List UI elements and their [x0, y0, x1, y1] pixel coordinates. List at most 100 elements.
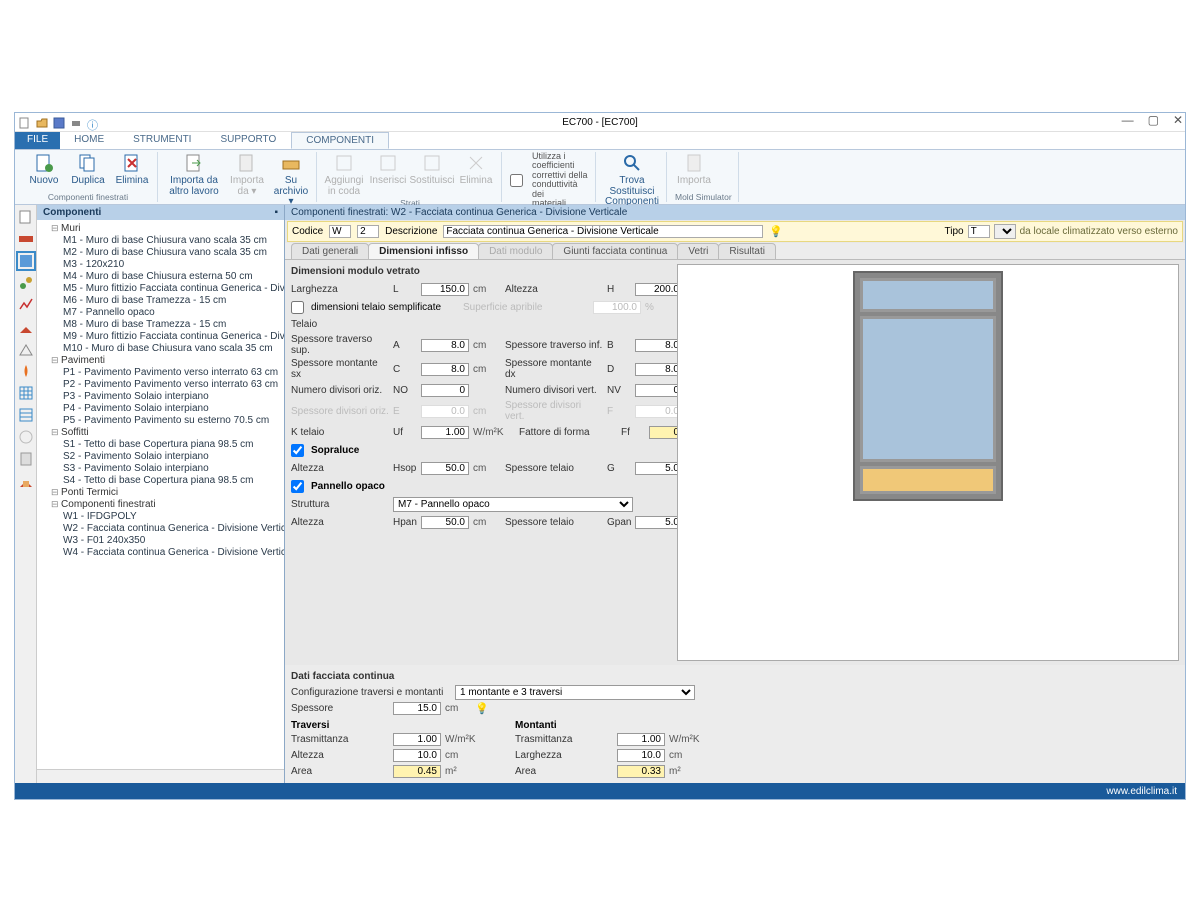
mont-sx-input[interactable]: [421, 363, 469, 376]
importa-lavoro-button[interactable]: Importa da altro lavoro: [166, 152, 222, 197]
tree-item[interactable]: M3 - 120x210: [63, 258, 284, 270]
tab-dati-modulo[interactable]: Dati modulo: [478, 243, 553, 259]
trav-tras-input[interactable]: [393, 733, 441, 746]
rail-icon-13[interactable]: [18, 473, 34, 489]
trav-alt-input[interactable]: [393, 749, 441, 762]
tree-item[interactable]: P2 - Pavimento Pavimento verso interrato…: [63, 378, 284, 390]
elimina-button[interactable]: Elimina: [113, 152, 151, 187]
tab-dati-generali[interactable]: Dati generali: [291, 243, 369, 259]
tipo-select[interactable]: [994, 224, 1016, 239]
su-archivio-button[interactable]: Su archivio ▾: [272, 152, 310, 208]
tab-componenti[interactable]: COMPONENTI: [291, 132, 389, 149]
rail-icon-2[interactable]: [18, 231, 34, 247]
tree-item[interactable]: M7 - Pannello opaco: [63, 306, 284, 318]
rail-icon-8[interactable]: [18, 363, 34, 379]
tree-item[interactable]: M2 - Muro di base Chiusura vano scala 35…: [63, 246, 284, 258]
semplificate-checkbox[interactable]: [291, 301, 304, 314]
rail-icon-4[interactable]: [18, 275, 34, 291]
tab-dimensioni-infisso[interactable]: Dimensioni infisso: [368, 243, 479, 259]
tree-item[interactable]: M1 - Muro di base Chiusura vano scala 35…: [63, 234, 284, 246]
config-select[interactable]: 1 montante e 3 traversi: [455, 685, 695, 700]
ktelaio-input[interactable]: [421, 426, 469, 439]
tree-item[interactable]: W3 - F01 240x350: [63, 534, 284, 546]
tab-giunti[interactable]: Giunti facciata continua: [552, 243, 678, 259]
div-vert-input[interactable]: [635, 384, 683, 397]
open-icon[interactable]: [36, 117, 48, 129]
importa-da-button[interactable]: Importa da ▾: [228, 152, 266, 197]
rail-icon-3[interactable]: [18, 253, 34, 269]
mont-larg-input[interactable]: [617, 749, 665, 762]
coeff-correttivi-checkbox[interactable]: [510, 174, 523, 187]
tree-item[interactable]: S4 - Tetto di base Copertura piana 98.5 …: [63, 474, 284, 486]
pannello-checkbox[interactable]: [291, 480, 304, 493]
tree-category[interactable]: Componenti finestrati: [51, 498, 284, 510]
rail-icon-5[interactable]: [18, 297, 34, 313]
tab-risultati[interactable]: Risultati: [718, 243, 776, 259]
hint-icon[interactable]: 💡: [769, 225, 783, 238]
tree-category[interactable]: Ponti Termici: [51, 486, 284, 498]
tree-category[interactable]: Pavimenti: [51, 354, 284, 366]
larghezza-input[interactable]: [421, 283, 469, 296]
tree-item[interactable]: S1 - Tetto di base Copertura piana 98.5 …: [63, 438, 284, 450]
tree-item[interactable]: M10 - Muro di base Chiusura vano scala 3…: [63, 342, 284, 354]
tab-home[interactable]: HOME: [60, 132, 119, 149]
mont-tras-input[interactable]: [617, 733, 665, 746]
trav-inf-input[interactable]: [635, 339, 683, 352]
print-icon[interactable]: [70, 117, 82, 129]
sidebar-scrollbar[interactable]: [37, 769, 284, 783]
tree-item[interactable]: W2 - Facciata continua Generica - Divisi…: [63, 522, 284, 534]
rail-icon-10[interactable]: [18, 407, 34, 423]
rail-icon-11[interactable]: [18, 429, 34, 445]
file-tab[interactable]: FILE: [15, 132, 60, 149]
trav-sup-input[interactable]: [421, 339, 469, 352]
tree-item[interactable]: M9 - Muro fittizio Facciata continua Gen…: [63, 330, 284, 342]
tab-supporto[interactable]: SUPPORTO: [206, 132, 291, 149]
new-icon[interactable]: [19, 117, 31, 129]
rail-icon-6[interactable]: [18, 319, 34, 335]
close-button[interactable]: ✕: [1173, 113, 1183, 127]
tree-item[interactable]: P4 - Pavimento Solaio interpiano: [63, 402, 284, 414]
duplica-button[interactable]: Duplica: [69, 152, 107, 187]
tab-vetri[interactable]: Vetri: [677, 243, 719, 259]
div-oriz-input[interactable]: [421, 384, 469, 397]
rail-icon-7[interactable]: [18, 341, 34, 357]
hint-icon[interactable]: 💡: [475, 702, 489, 715]
tree-item[interactable]: M4 - Muro di base Chiusura esterna 50 cm: [63, 270, 284, 282]
g-input[interactable]: [635, 462, 683, 475]
trova-sostituisci-button[interactable]: Trova Sostituisci Componenti: [604, 152, 660, 208]
tree-item[interactable]: M6 - Muro di base Tramezza - 15 cm: [63, 294, 284, 306]
tree-item[interactable]: P3 - Pavimento Solaio interpiano: [63, 390, 284, 402]
hsop-input[interactable]: [421, 462, 469, 475]
tipo-input[interactable]: [968, 225, 990, 238]
tree-item[interactable]: W4 - Facciata continua Generica - Divisi…: [63, 546, 284, 558]
rail-icon-1[interactable]: [18, 209, 34, 225]
sopraluce-checkbox[interactable]: [291, 444, 304, 457]
mont-dx-input[interactable]: [635, 363, 683, 376]
tree-category[interactable]: Soffitti: [51, 426, 284, 438]
hpan-input[interactable]: [421, 516, 469, 529]
tree-item[interactable]: P1 - Pavimento Pavimento verso interrato…: [63, 366, 284, 378]
altezza-input[interactable]: [635, 283, 683, 296]
nuovo-button[interactable]: Nuovo: [25, 152, 63, 187]
codice-prefix-input[interactable]: [329, 225, 351, 238]
component-tree[interactable]: MuriM1 - Muro di base Chiusura vano scal…: [37, 220, 284, 769]
tree-item[interactable]: M8 - Muro di base Tramezza - 15 cm: [63, 318, 284, 330]
codice-num-input[interactable]: [357, 225, 379, 238]
rail-icon-9[interactable]: [18, 385, 34, 401]
save-icon[interactable]: [53, 117, 65, 129]
minimize-button[interactable]: —: [1122, 113, 1134, 127]
tab-strumenti[interactable]: STRUMENTI: [119, 132, 206, 149]
spessore-input[interactable]: [393, 702, 441, 715]
tree-item[interactable]: W1 - IFDGPOLY: [63, 510, 284, 522]
sidebar-pin-icon[interactable]: ▪: [274, 207, 278, 218]
help-icon[interactable]: ⓘ: [87, 117, 99, 129]
gpan-input[interactable]: [635, 516, 683, 529]
tree-item[interactable]: S2 - Pavimento Solaio interpiano: [63, 450, 284, 462]
tree-item[interactable]: M5 - Muro fittizio Facciata continua Gen…: [63, 282, 284, 294]
struttura-select[interactable]: M7 - Pannello opaco: [393, 497, 633, 512]
maximize-button[interactable]: ▢: [1148, 113, 1159, 127]
tree-item[interactable]: S3 - Pavimento Solaio interpiano: [63, 462, 284, 474]
tree-item[interactable]: P5 - Pavimento Pavimento su esterno 70.5…: [63, 414, 284, 426]
rail-icon-12[interactable]: [18, 451, 34, 467]
tree-category[interactable]: Muri: [51, 222, 284, 234]
